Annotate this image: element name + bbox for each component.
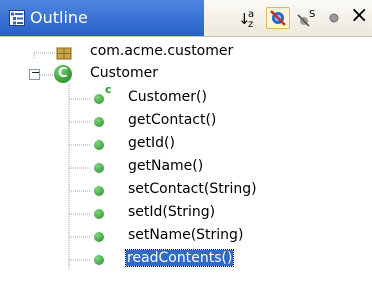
- package-label: com.acme.customer: [90, 43, 234, 59]
- tree-item-member[interactable]: getId(): [90, 134, 290, 156]
- close-view-button[interactable]: ×: [346, 3, 370, 29]
- hide-fields-icon: [270, 10, 286, 26]
- member-label: readContents(): [124, 249, 235, 267]
- tree-item-member[interactable]: setName(String): [90, 226, 310, 248]
- public-method-icon: [94, 117, 104, 127]
- public-method-icon: [94, 209, 104, 219]
- outline-view-icon: [9, 10, 25, 26]
- collapse-toggle[interactable]: −: [29, 66, 40, 80]
- constructor-icon: [94, 94, 104, 104]
- tree-item-member[interactable]: c Customer(): [90, 83, 290, 110]
- tree-item-member[interactable]: setId(String): [90, 203, 290, 225]
- view-title: Outline: [30, 8, 88, 27]
- close-icon: ×: [350, 3, 369, 28]
- tree-item-package[interactable]: com.acme.customer: [56, 42, 276, 64]
- hide-non-public-members-icon: [329, 13, 339, 23]
- tree-item-member[interactable]: getName(): [90, 157, 290, 179]
- member-label: getId(): [128, 135, 175, 151]
- tree-item-member[interactable]: getContact(): [90, 111, 290, 133]
- public-method-icon: [94, 232, 104, 242]
- hide-static-button[interactable]: S: [294, 7, 318, 29]
- view-header: Outline ↓ a z S ×: [0, 0, 372, 37]
- public-class-icon: C: [54, 65, 72, 83]
- member-label: Customer(): [128, 89, 207, 105]
- public-method-icon: [94, 186, 104, 196]
- member-label: setContact(String): [128, 181, 257, 197]
- public-method-icon: [94, 163, 104, 173]
- hide-fields-button[interactable]: [266, 7, 290, 29]
- sort-alphabetically-icon: ↓ a z: [238, 9, 254, 30]
- member-label: getName(): [128, 158, 204, 174]
- hide-static-members-icon: S: [297, 9, 315, 27]
- class-label: Customer: [90, 65, 159, 81]
- tree-item-member[interactable]: setContact(String): [90, 180, 310, 202]
- outline-tree: com.acme.customer − C Customer c Custome…: [0, 37, 372, 286]
- outline-tab[interactable]: Outline: [0, 0, 204, 36]
- member-label: setId(String): [128, 204, 216, 220]
- svg-text:z: z: [248, 19, 253, 29]
- collapse-icon: −: [31, 66, 41, 79]
- member-label: setName(String): [128, 227, 244, 243]
- public-method-icon: [94, 255, 104, 265]
- hide-non-public-button[interactable]: [322, 7, 346, 29]
- member-label: getContact(): [128, 112, 217, 128]
- tree-item-class[interactable]: − C Customer: [0, 64, 200, 86]
- svg-text:S: S: [309, 9, 315, 20]
- package-icon: [56, 47, 72, 60]
- tree-item-member-selected[interactable]: readContents(): [90, 249, 310, 271]
- sort-button[interactable]: ↓ a z: [236, 7, 260, 30]
- outline-view: Outline ↓ a z S × com.acme.customer − C …: [0, 0, 372, 286]
- public-method-icon: [94, 140, 104, 150]
- constructor-mark: c: [105, 83, 112, 96]
